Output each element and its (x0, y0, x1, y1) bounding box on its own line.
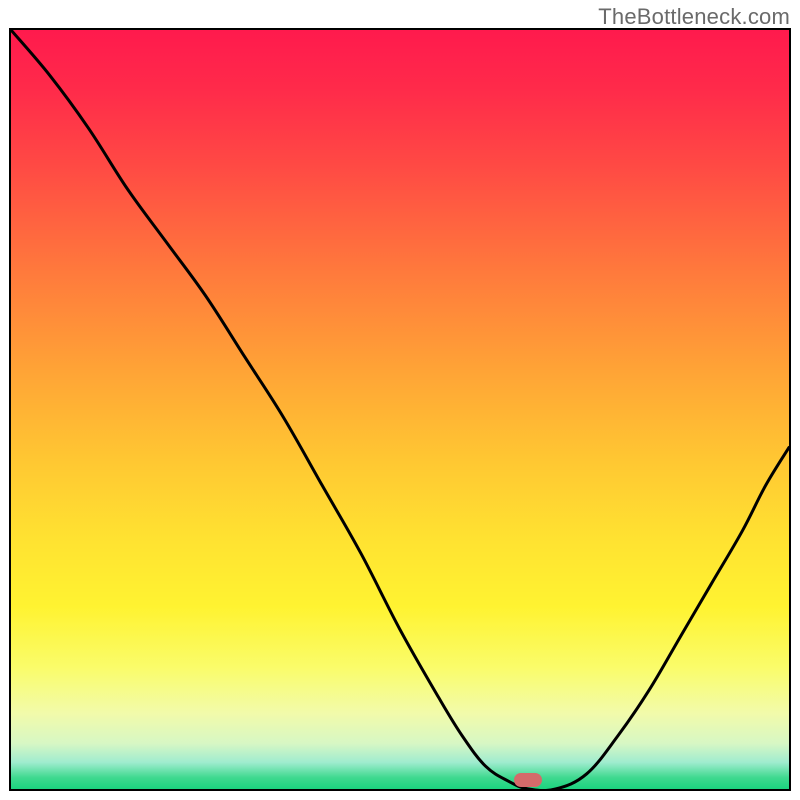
watermark-text: TheBottleneck.com (598, 4, 790, 30)
bottleneck-curve (11, 30, 789, 789)
chart-container: TheBottleneck.com (0, 0, 800, 800)
plot-frame (9, 28, 791, 791)
optimal-point-marker (514, 773, 542, 787)
